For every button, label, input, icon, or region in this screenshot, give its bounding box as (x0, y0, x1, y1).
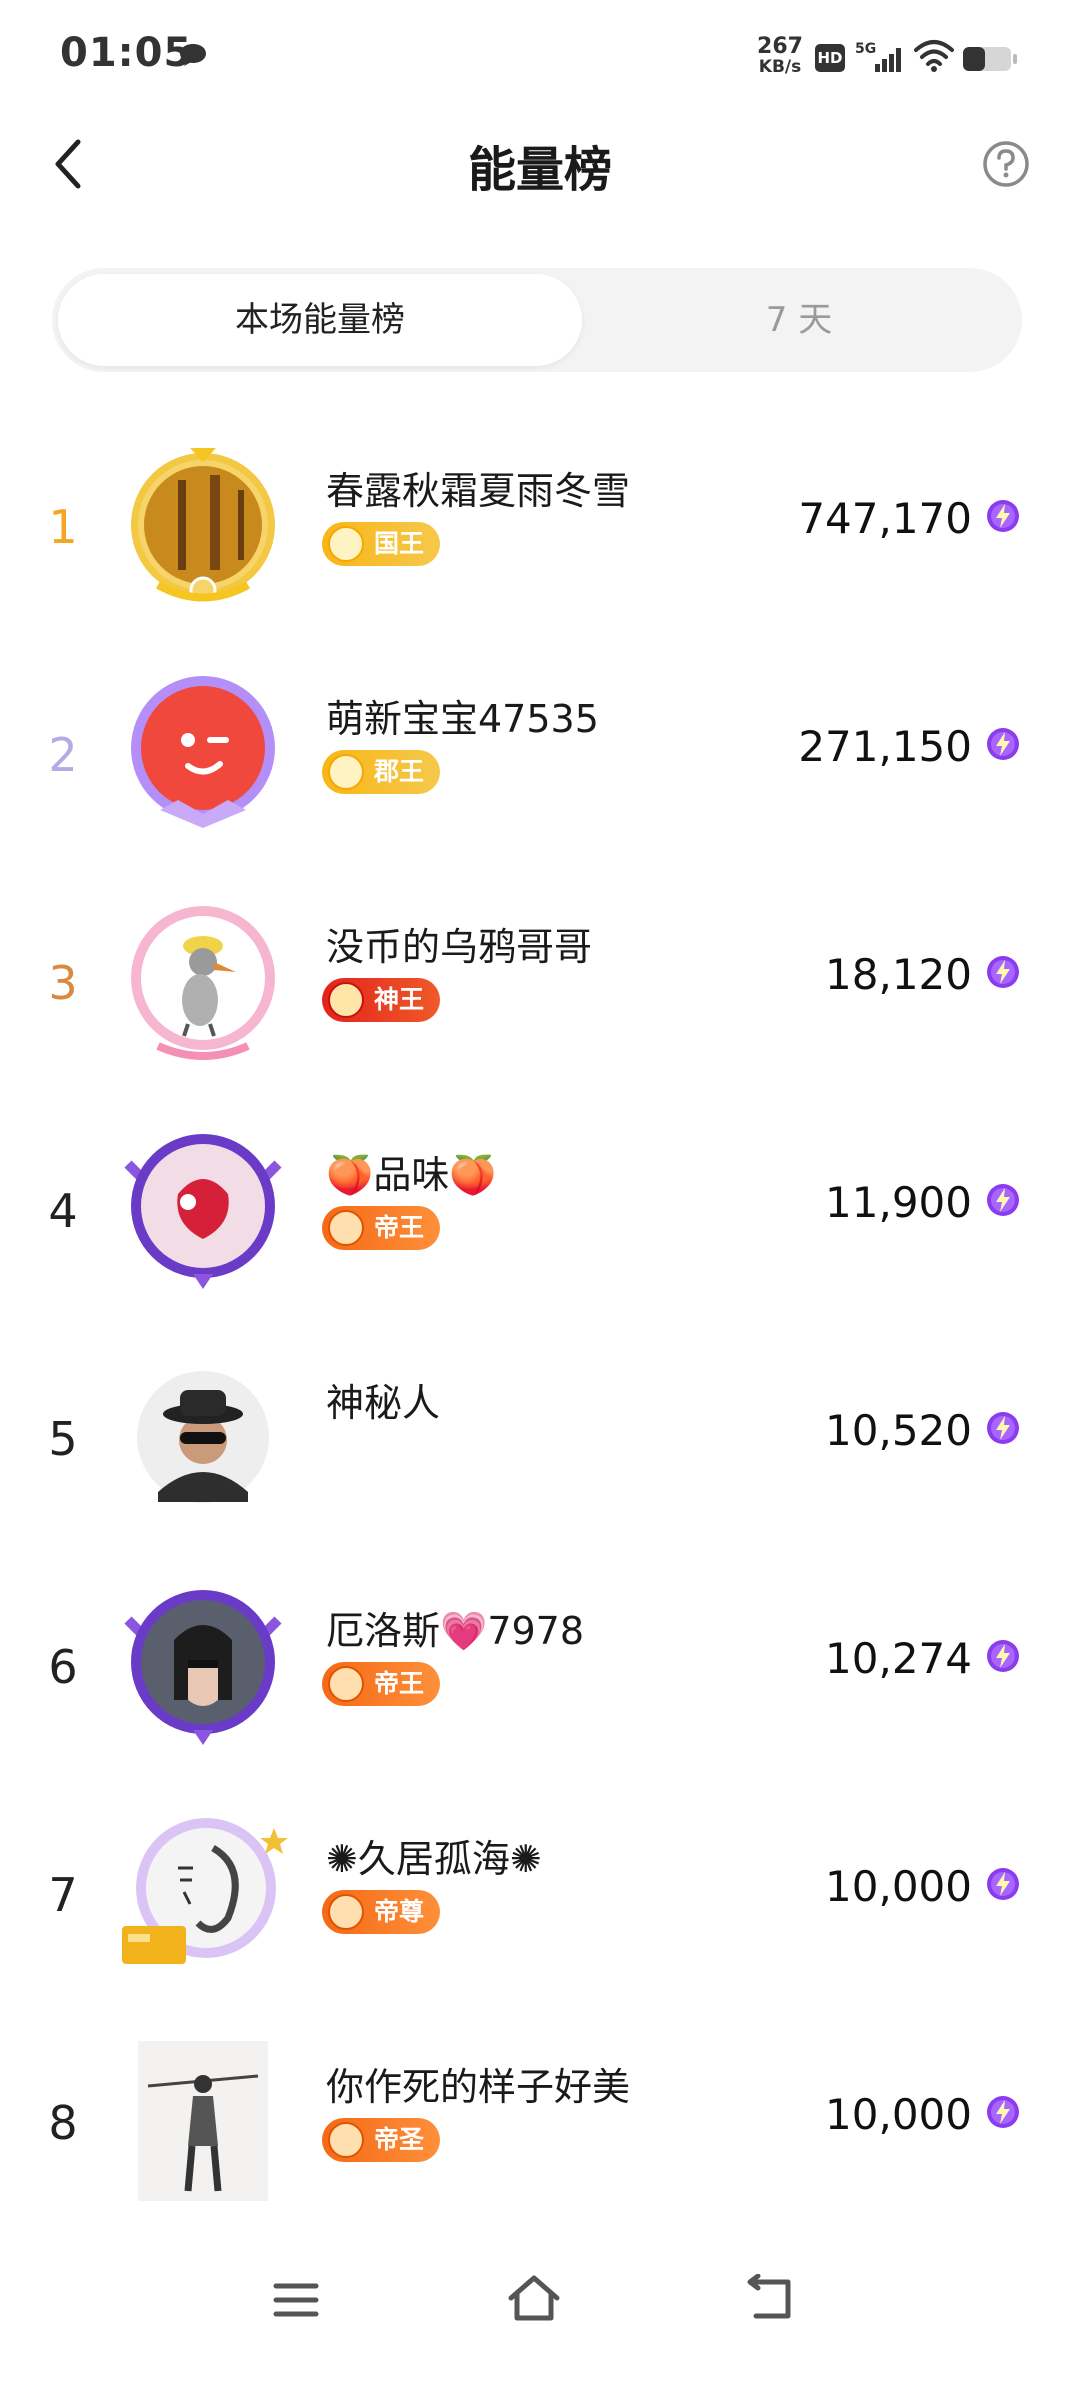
ranking-row[interactable]: 3 没币的乌鸦哥哥 神王 18,120 (0, 896, 1080, 1096)
user-name: 🍑品味🍑 (326, 1153, 497, 1197)
badge-label: 帝尊 (374, 1897, 425, 1926)
user-name: 春露秋霜夏雨冬雪 (326, 469, 631, 513)
energy-bolt-icon (986, 1183, 1020, 1217)
user-name: 厄洛斯💗7978 (326, 1609, 585, 1653)
avatar[interactable] (118, 1352, 288, 1522)
level-badge: 国王 (322, 522, 441, 566)
badge-label: 郡王 (374, 757, 425, 786)
shield-badge-icon (328, 982, 364, 1018)
status-bar: 01:05 267 KB/s HD 5G (0, 0, 1080, 110)
ranking-tabs: 本场能量榜 7 天 (52, 268, 1022, 372)
badge-label: 帝圣 (374, 2125, 425, 2154)
battery-icon (963, 47, 1017, 71)
energy-bolt-icon (986, 499, 1020, 533)
energy-score: 10,000 (825, 2090, 972, 2139)
energy-bolt-icon (986, 1867, 1020, 1901)
energy-score: 11,900 (825, 1178, 972, 1227)
chevron-badge-icon (328, 1666, 364, 1702)
level-badge: 帝尊 (322, 1890, 441, 1934)
badge-label: 帝王 (374, 1669, 425, 1698)
tab-current-session[interactable]: 本场能量榜 (58, 274, 582, 366)
wifi-icon (914, 40, 954, 72)
avatar[interactable] (118, 1808, 288, 1978)
network-speed-value: 267 (757, 34, 803, 59)
level-badge: 帝王 (322, 1662, 441, 1706)
level-badge: 神王 (322, 978, 441, 1022)
ranking-row[interactable]: 4 🍑品味🍑 帝王 11,900 (0, 1124, 1080, 1324)
badge-label: 国王 (374, 529, 425, 558)
energy-bolt-icon (986, 1411, 1020, 1445)
ranking-row[interactable]: 6 厄洛斯💗7978 帝王 10,274 (0, 1580, 1080, 1780)
rank-number: 2 (48, 728, 78, 782)
ranking-row[interactable]: 7 ✺久居孤海✺ 帝尊 10,000 (0, 1808, 1080, 2008)
level-badge: 帝圣 (322, 2118, 441, 2162)
network-speed: 267 KB/s (750, 34, 810, 77)
ranking-row[interactable]: 2 萌新宝宝47535 郡王 271,150 (0, 668, 1080, 868)
avatar[interactable] (118, 1580, 288, 1750)
user-name: 神秘人 (326, 1381, 441, 1425)
energy-bolt-icon (986, 727, 1020, 761)
crown-badge-icon (328, 754, 364, 790)
energy-score: 10,000 (825, 1862, 972, 1911)
energy-bolt-icon (986, 955, 1020, 989)
avatar[interactable] (118, 1124, 288, 1294)
network-speed-unit: KB/s (758, 57, 802, 77)
energy-score: 271,150 (798, 722, 972, 771)
energy-score: 18,120 (825, 950, 972, 999)
rank-number: 5 (48, 1412, 78, 1466)
tab-7-days[interactable]: 7 天 (582, 274, 1016, 366)
home-icon[interactable] (505, 2272, 563, 2324)
rank-number: 1 (48, 500, 78, 554)
user-name: ✺久居孤海✺ (326, 1837, 542, 1881)
crown-badge-icon (328, 526, 364, 562)
level-badge: 帝王 (322, 1206, 441, 1250)
avatar[interactable] (118, 896, 288, 1066)
energy-bolt-icon (986, 2095, 1020, 2129)
page-title: 能量榜 (467, 142, 612, 198)
chevron-badge-icon (328, 1210, 364, 1246)
hd-icon: HD (815, 44, 845, 72)
ranking-row[interactable]: 5 神秘人 10,520 (0, 1352, 1080, 1552)
avatar[interactable] (118, 2036, 288, 2206)
rank-number: 3 (48, 956, 78, 1010)
ranking-row[interactable]: 1 春露秋霜夏雨冬雪 国王 747,170 (0, 440, 1080, 640)
back-icon[interactable] (744, 2274, 794, 2322)
chat-bubble-icon (180, 44, 206, 66)
crown-badge-icon (328, 1894, 364, 1930)
system-nav-bar (0, 2240, 1080, 2350)
energy-bolt-icon (986, 1639, 1020, 1673)
level-badge: 郡王 (322, 750, 441, 794)
signal-icon: 5G (855, 41, 901, 72)
energy-score: 10,520 (825, 1406, 972, 1455)
menu-icon[interactable] (272, 2280, 320, 2320)
status-time: 01:05 (60, 30, 193, 76)
network-type-label: 5G (855, 41, 876, 57)
user-name: 没币的乌鸦哥哥 (326, 925, 593, 969)
rank-number: 4 (48, 1184, 78, 1238)
user-name: 你作死的样子好美 (326, 2065, 631, 2109)
energy-score: 10,274 (825, 1634, 972, 1683)
badge-label: 神王 (374, 985, 425, 1014)
ranking-row[interactable]: 8 你作死的样子好美 帝圣 10,000 (0, 2036, 1080, 2236)
rank-number: 6 (48, 1640, 78, 1694)
avatar[interactable] (118, 440, 288, 610)
rank-number: 7 (48, 1868, 78, 1922)
avatar[interactable] (118, 668, 288, 838)
badge-label: 帝王 (374, 1213, 425, 1242)
user-name: 萌新宝宝47535 (326, 697, 599, 741)
question-circle-icon[interactable] (982, 140, 1030, 188)
energy-score: 747,170 (798, 494, 972, 543)
chevron-badge-icon (328, 2122, 364, 2158)
rank-number: 8 (48, 2096, 78, 2150)
